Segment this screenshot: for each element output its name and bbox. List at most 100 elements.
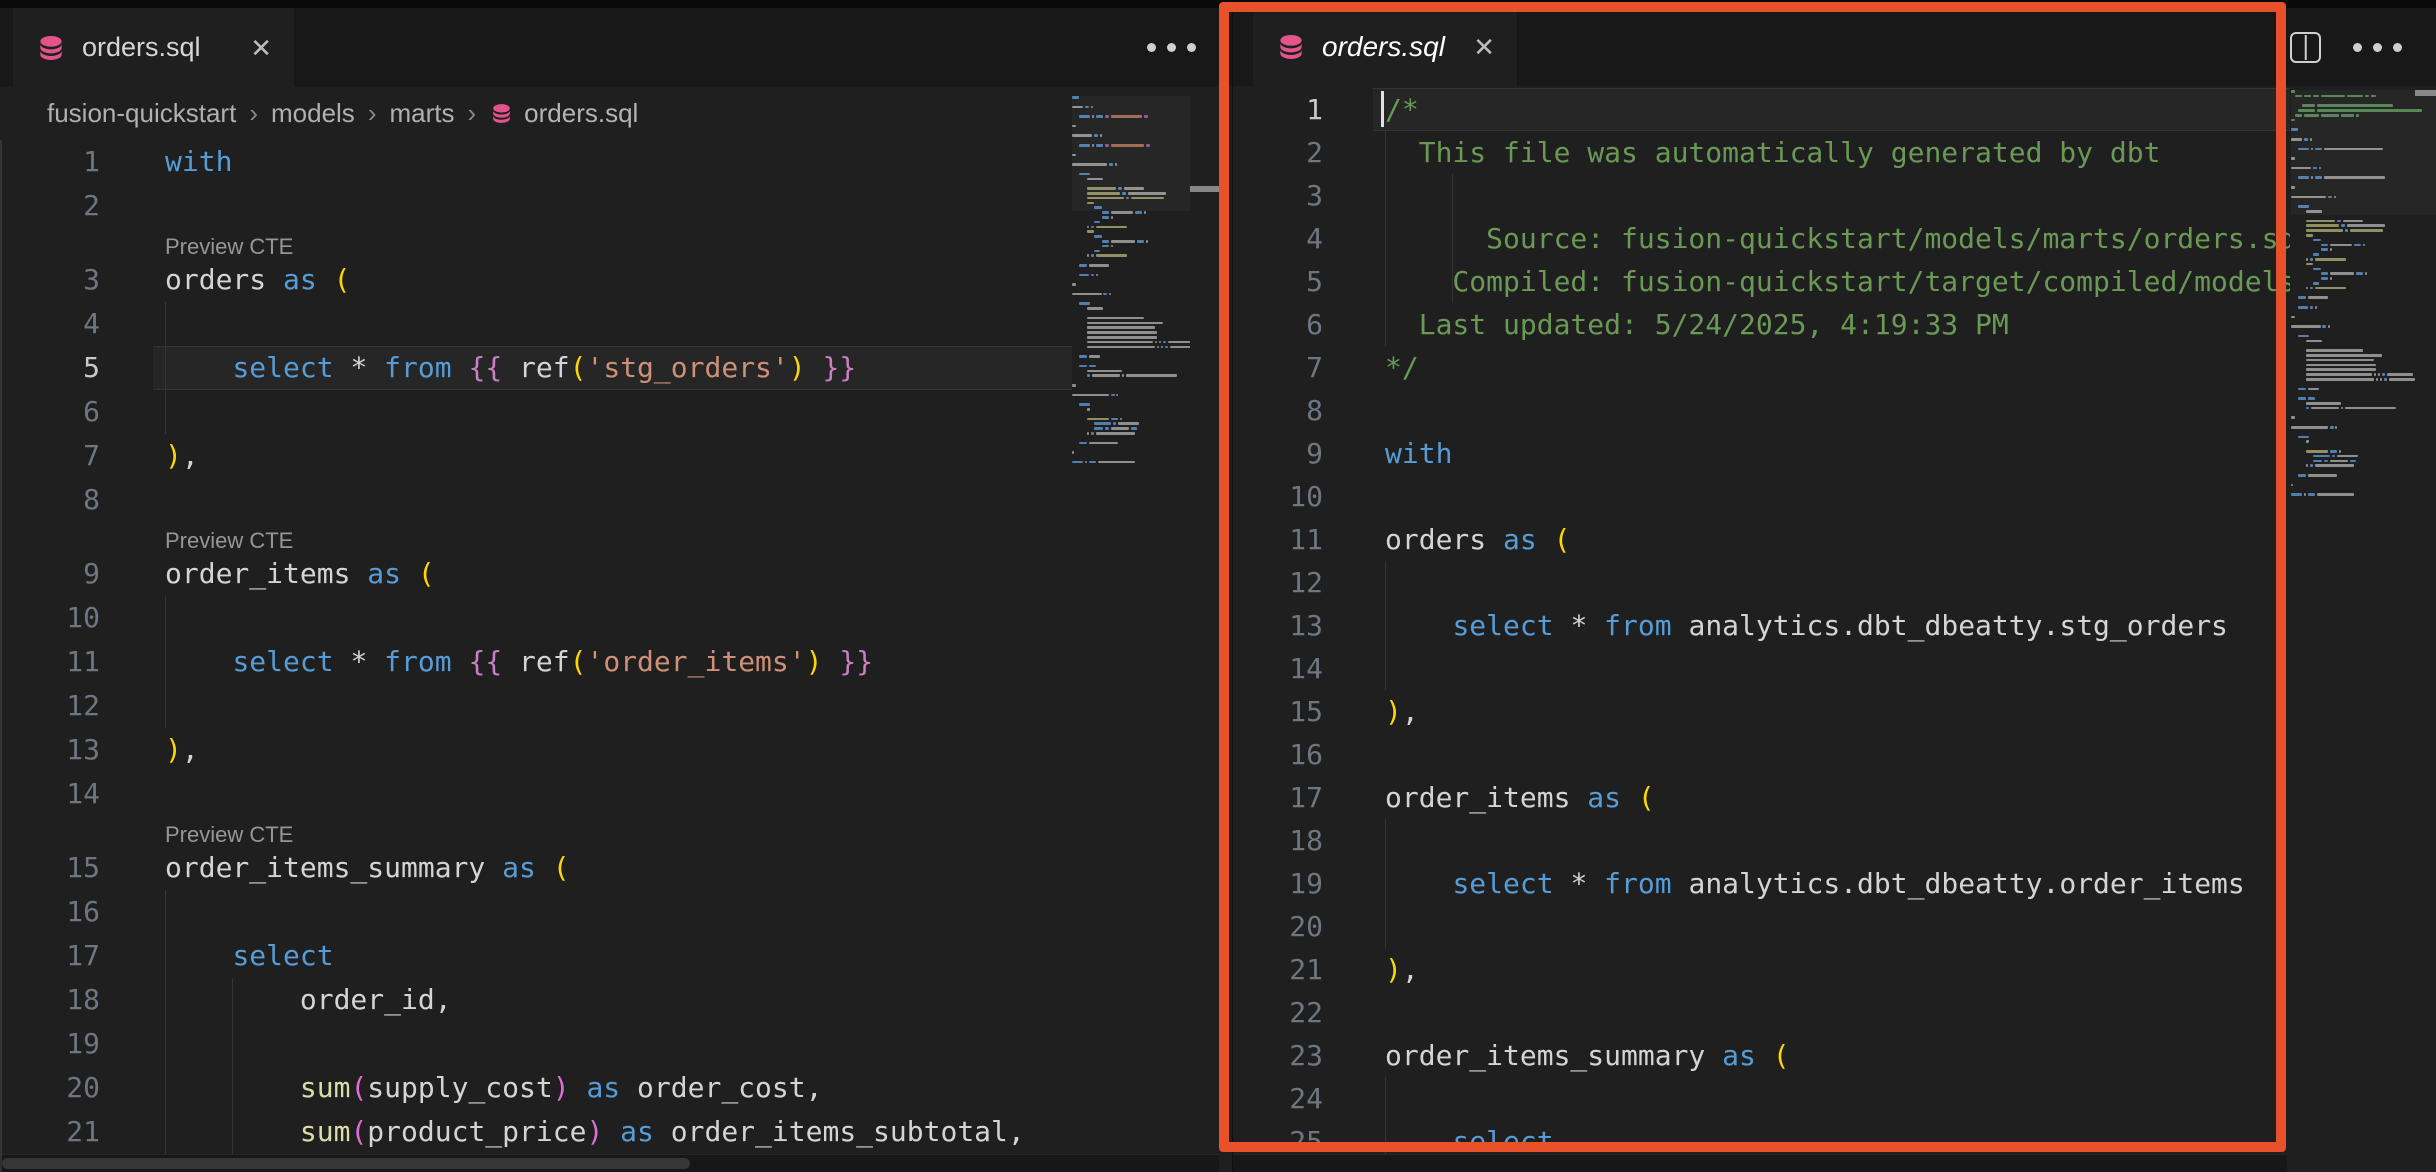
minimap-slider[interactable] — [1072, 96, 1190, 211]
code-line-20[interactable]: 20 — [1233, 905, 2290, 948]
codelens-preview-cte[interactable]: Preview CTE — [0, 228, 1072, 258]
indent-guide — [1385, 174, 1386, 217]
code-line-14[interactable]: 14 — [0, 772, 1072, 816]
code-line-20[interactable]: 20 sum(supply_cost) as order_cost, — [0, 1066, 1072, 1110]
code-line-1[interactable]: 1/* — [1233, 88, 2290, 131]
code-line-10[interactable]: 10 — [0, 596, 1072, 640]
code-line-5[interactable]: 5 Compiled: fusion-quickstart/target/com… — [1233, 260, 2290, 303]
code-line-2[interactable]: 2 — [0, 184, 1072, 228]
code-line-8[interactable]: 8 — [1233, 389, 2290, 432]
code-text: Source: fusion-quickstart/models/marts/o… — [1385, 217, 2290, 260]
line-number: 12 — [0, 684, 100, 728]
code-line-3[interactable]: 3 — [1233, 174, 2290, 217]
code-line-21[interactable]: 21 sum(product_price) as order_items_sub… — [0, 1110, 1072, 1154]
line-number: 21 — [0, 1110, 100, 1154]
breadcrumb-item-file[interactable]: orders.sql — [489, 98, 638, 129]
codelens-preview-cte[interactable]: Preview CTE — [0, 522, 1072, 552]
minimap-line — [1072, 461, 1190, 464]
code-line-6[interactable]: 6 Last updated: 5/24/2025, 4:19:33 PM — [1233, 303, 2290, 346]
code-line-9[interactable]: 9order_items as ( — [0, 552, 1072, 596]
code-text: order_items as ( — [1385, 776, 1655, 819]
line-number: 13 — [1233, 604, 1323, 647]
breadcrumb-item-marts[interactable]: marts — [389, 98, 454, 129]
code-line-5[interactable]: 5 select * from {{ ref('stg_orders') }} — [0, 346, 1072, 390]
code-line-19[interactable]: 19 select * from analytics.dbt_dbeatty.o… — [1233, 862, 2290, 905]
tab-orders-sql-left[interactable]: orders.sql ✕ — [13, 8, 295, 87]
close-icon[interactable]: ✕ — [250, 35, 272, 61]
code-line-10[interactable]: 10 — [1233, 475, 2290, 518]
split-editor-icon[interactable] — [2290, 32, 2321, 63]
horizontal-scrollbar[interactable] — [0, 1154, 1219, 1172]
code-line-15[interactable]: 15order_items_summary as ( — [0, 846, 1072, 890]
indent-guide — [165, 302, 166, 346]
code-line-14[interactable]: 14 — [1233, 647, 2290, 690]
code-line-6[interactable]: 6 — [0, 390, 1072, 434]
minimap[interactable] — [1072, 96, 1190, 516]
more-actions-icon[interactable] — [1147, 43, 1196, 52]
line-number: 1 — [0, 140, 100, 184]
code-line-1[interactable]: 1with — [0, 140, 1072, 184]
left-code-area[interactable]: 1with2Preview CTE3orders as (45 select *… — [0, 140, 1072, 1154]
indent-guide — [1385, 647, 1386, 690]
code-line-18[interactable]: 18 — [1233, 819, 2290, 862]
breadcrumb[interactable]: fusion-quickstart›models›marts›orders.sq… — [0, 87, 1072, 140]
cursor-position-marker — [1190, 186, 1219, 192]
code-text: /* — [1385, 88, 1419, 131]
code-line-18[interactable]: 18 order_id, — [0, 978, 1072, 1022]
code-line-21[interactable]: 21), — [1233, 948, 2290, 991]
code-line-17[interactable]: 17 select — [0, 934, 1072, 978]
line-number: 16 — [1233, 733, 1323, 776]
code-line-13[interactable]: 13 select * from analytics.dbt_dbeatty.s… — [1233, 604, 2290, 647]
line-number: 18 — [0, 978, 100, 1022]
horizontal-scrollbar[interactable] — [1233, 1154, 2287, 1172]
code-line-15[interactable]: 15), — [1233, 690, 2290, 733]
horizontal-scrollbar-thumb[interactable] — [2, 1158, 690, 1169]
code-line-13[interactable]: 13), — [0, 728, 1072, 772]
code-line-11[interactable]: 11 select * from {{ ref('order_items') }… — [0, 640, 1072, 684]
code-text: order_items as ( — [165, 552, 435, 596]
window-top-strip — [0, 0, 2436, 8]
code-line-16[interactable]: 16 — [0, 890, 1072, 934]
breadcrumb-item-models[interactable]: models — [271, 98, 355, 129]
vertical-scrollbar[interactable] — [2415, 86, 2436, 1172]
code-text: Compiled: fusion-quickstart/target/compi… — [1385, 260, 2290, 303]
code-line-3[interactable]: 3orders as ( — [0, 258, 1072, 302]
close-icon[interactable]: ✕ — [1473, 34, 1495, 60]
code-line-23[interactable]: 23order_items_summary as ( — [1233, 1034, 2290, 1077]
tab-orders-sql-right-preview[interactable]: orders.sql ✕ — [1253, 8, 1518, 86]
code-line-11[interactable]: 11orders as ( — [1233, 518, 2290, 561]
minimap-line — [1072, 216, 1190, 219]
left-tab-bar: orders.sql ✕ — [0, 8, 1232, 87]
minimap-line — [1072, 432, 1190, 435]
code-line-24[interactable]: 24 — [1233, 1077, 2290, 1120]
code-line-19[interactable]: 19 — [0, 1022, 1072, 1066]
code-text: Last updated: 5/24/2025, 4:19:33 PM — [1385, 303, 2009, 346]
code-line-8[interactable]: 8 — [0, 478, 1072, 522]
vertical-scrollbar[interactable] — [1190, 87, 1219, 1154]
code-line-4[interactable]: 4 Source: fusion-quickstart/models/marts… — [1233, 217, 2290, 260]
line-number: 17 — [1233, 776, 1323, 819]
code-text: ), — [165, 434, 199, 478]
more-actions-icon[interactable] — [2353, 43, 2402, 52]
breadcrumb-item-fusion-quickstart[interactable]: fusion-quickstart — [47, 98, 236, 129]
minimap-line — [1072, 288, 1190, 291]
code-line-2[interactable]: 2 This file was automatically generated … — [1233, 131, 2290, 174]
code-text: select * from analytics.dbt_dbeatty.orde… — [1385, 862, 2245, 905]
code-line-12[interactable]: 12 — [0, 684, 1072, 728]
code-text: ), — [165, 728, 199, 772]
code-line-7[interactable]: 7*/ — [1233, 346, 2290, 389]
code-line-12[interactable]: 12 — [1233, 561, 2290, 604]
code-line-16[interactable]: 16 — [1233, 733, 2290, 776]
code-text: order_items_summary as ( — [1385, 1034, 1790, 1077]
codelens-preview-cte[interactable]: Preview CTE — [0, 816, 1072, 846]
indent-guide — [1385, 1077, 1386, 1120]
code-line-22[interactable]: 22 — [1233, 991, 2290, 1034]
code-line-4[interactable]: 4 — [0, 302, 1072, 346]
indent-guide — [1452, 174, 1453, 217]
minimap-line — [1072, 394, 1190, 397]
code-line-7[interactable]: 7), — [0, 434, 1072, 478]
code-line-17[interactable]: 17 order_items as ( — [1233, 776, 2290, 819]
right-code-area[interactable]: 1/*2 This file was automatically generat… — [1233, 88, 2290, 1172]
code-line-9[interactable]: 9with — [1233, 432, 2290, 475]
code-text: select * from {{ ref('stg_orders') }} — [165, 346, 856, 390]
